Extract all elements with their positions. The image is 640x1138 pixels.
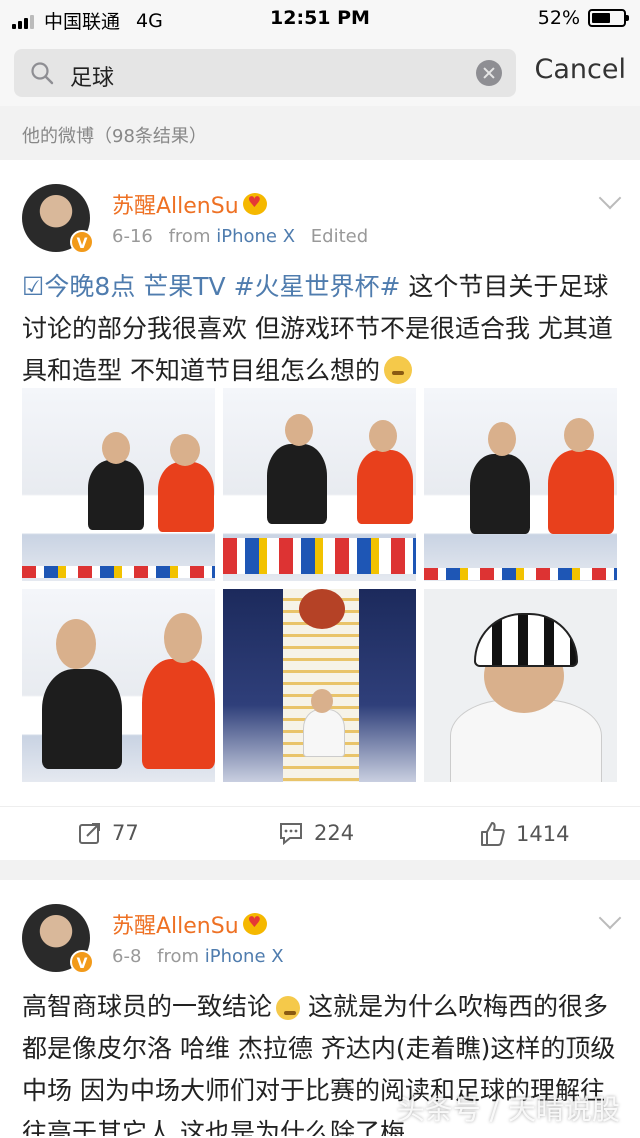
clear-icon[interactable] xyxy=(476,60,502,86)
battery-icon xyxy=(588,9,629,27)
post-source[interactable]: iPhone X xyxy=(205,946,284,967)
avatar[interactable]: V xyxy=(22,904,94,974)
repost-icon xyxy=(79,823,100,844)
like-count: 1414 xyxy=(516,822,570,846)
photo-5[interactable] xyxy=(223,589,416,782)
photo-1[interactable] xyxy=(22,388,215,581)
photo-grid xyxy=(22,388,618,782)
post-actions: 77 224 1414 xyxy=(0,806,640,861)
results-header: 他的微博（98条结果） xyxy=(22,126,207,147)
photo-4[interactable] xyxy=(22,589,215,782)
photo-6[interactable] xyxy=(424,589,617,782)
comment-button[interactable]: 224 xyxy=(278,821,354,845)
crown-icon xyxy=(242,913,267,935)
post-date: 6-16 xyxy=(112,226,153,247)
comment-icon xyxy=(280,823,302,845)
post-meta: 6-16 from iPhone X Edited xyxy=(112,226,368,247)
thinking-emoji-icon xyxy=(383,356,412,384)
post-body-part1: 高智商球员的一致结论 xyxy=(22,992,273,1021)
verified-badge-icon: V xyxy=(70,230,94,254)
comment-count: 224 xyxy=(314,821,355,845)
repost-count: 77 xyxy=(112,821,139,845)
cancel-button[interactable]: Cancel xyxy=(535,54,626,85)
chevron-down-icon[interactable] xyxy=(598,186,622,210)
like-icon xyxy=(481,822,505,846)
username[interactable]: 苏醒AllenSu xyxy=(112,188,267,220)
post-meta: 6-8 from iPhone X xyxy=(112,946,284,967)
from-label: from xyxy=(168,226,211,247)
post-source[interactable]: iPhone X xyxy=(216,226,295,247)
photo-2[interactable] xyxy=(223,388,416,581)
post-card[interactable]: V 苏醒AllenSu 6-8 from iPhone X 高智商球员的一致结论… xyxy=(0,880,640,1138)
search-query-text: 足球 xyxy=(70,66,115,91)
edited-label: Edited xyxy=(310,226,369,247)
post-text: ☑今晚8点 芒果TV #火星世界杯# 这个节目关于足球讨论的部分我很喜欢 但游戏… xyxy=(22,266,622,392)
crown-icon xyxy=(242,193,267,215)
search-bar: 足球 Cancel xyxy=(0,40,640,106)
status-right: 52% xyxy=(537,7,629,29)
photo-3[interactable] xyxy=(424,388,617,581)
username[interactable]: 苏醒AllenSu xyxy=(112,908,267,940)
post-topic-link[interactable]: ☑今晚8点 芒果TV #火星世界杯# xyxy=(22,272,400,301)
chevron-down-icon[interactable] xyxy=(598,906,622,930)
verified-badge-icon: V xyxy=(70,950,94,974)
status-bar: 中国联通 4G 12:51 PM 52% xyxy=(0,0,640,40)
search-icon xyxy=(31,62,54,85)
thinking-emoji-icon xyxy=(276,996,301,1020)
battery-percent: 52% xyxy=(537,7,580,29)
search-input[interactable]: 足球 xyxy=(14,49,516,97)
avatar[interactable]: V xyxy=(22,184,94,254)
watermark: 头条号 / 天晴说股 xyxy=(396,1093,620,1126)
post-card[interactable]: V 苏醒AllenSu 6-16 from iPhone X Edited ☑今… xyxy=(0,160,640,860)
post-date: 6-8 xyxy=(112,946,142,967)
like-button[interactable]: 1414 xyxy=(480,821,569,847)
from-label: from xyxy=(157,946,200,967)
repost-button[interactable]: 77 xyxy=(78,821,139,845)
